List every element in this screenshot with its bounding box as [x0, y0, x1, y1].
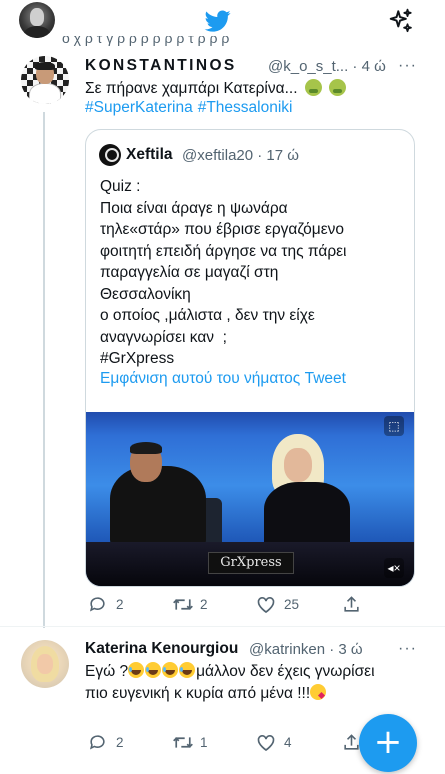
laughing-emoji-icon — [162, 662, 179, 678]
twitter-bird-icon[interactable] — [202, 8, 234, 34]
like-button[interactable]: 4 — [256, 733, 316, 753]
compose-plus-icon: + — [373, 722, 403, 762]
sparkle-icon[interactable] — [388, 8, 414, 34]
more-options-icon[interactable]: ··· — [398, 640, 418, 660]
tweet-author-handle[interactable]: @k_o_s_t... · 4 ώ — [268, 58, 386, 75]
like-button[interactable]: 25 — [256, 595, 316, 615]
reply-button[interactable]: 2 — [88, 733, 148, 753]
share-button[interactable] — [342, 595, 364, 615]
tweet-divider — [0, 626, 445, 627]
thread-connector-line — [43, 112, 45, 628]
reply-tweet-text: Εγώ ? μάλλον δεν έχεις γνωρίσει πιο ευγεν… — [85, 662, 375, 702]
reply-author-name[interactable]: Katerina Kenourgiou — [85, 640, 238, 658]
reply-tweet-actions: 2 1 4 — [88, 733, 368, 753]
reply-button[interactable]: 2 — [88, 595, 148, 615]
retweet-button[interactable]: 1 — [172, 733, 232, 753]
hashtag-link[interactable]: #SuperKaterina — [85, 99, 193, 116]
retweet-icon — [173, 599, 193, 610]
tweet-author-name[interactable]: KONSTANTINOS — [85, 57, 237, 75]
laughing-emoji-icon — [179, 662, 196, 678]
heart-icon — [257, 735, 275, 752]
reply-author-avatar[interactable] — [21, 640, 69, 688]
quoted-video-thumbnail[interactable]: GrXpress ⬚ ◂× — [86, 402, 414, 586]
show-thread-link[interactable]: Εμφάνιση αυτού του νήματος Tweet — [100, 370, 346, 388]
share-icon — [344, 596, 359, 612]
tweet-actions: 2 2 25 — [88, 595, 368, 615]
more-options-icon[interactable]: ··· — [398, 57, 418, 77]
nauseated-emoji-icon — [304, 79, 322, 96]
quoted-tweet-card[interactable]: Xeftila @xeftila20 · 17 ώ Quiz : Ποια εί… — [85, 129, 415, 587]
quoted-author-handle[interactable]: @xeftila20 · 17 ώ — [182, 147, 299, 164]
reply-icon — [89, 597, 105, 612]
mute-icon[interactable]: ◂× — [384, 558, 404, 578]
video-expand-icon[interactable]: ⬚ — [384, 416, 404, 436]
profile-avatar[interactable] — [19, 2, 55, 38]
quoted-author-name[interactable]: Xeftila — [126, 146, 173, 164]
nauseated-emoji-icon — [329, 79, 347, 96]
previous-tweet-cutoff: ο χ ρ τ γ ρ ρ ρ ρ ρ ρ τ ρ ρ ρ — [62, 36, 230, 46]
video-channel-logo: GrXpress — [208, 552, 294, 574]
compose-tweet-button[interactable]: + — [359, 714, 417, 772]
tweet-author-avatar[interactable] — [21, 56, 69, 104]
kiss-emoji-icon — [310, 684, 327, 700]
laughing-emoji-icon — [128, 662, 145, 678]
quoted-tweet-text: Quiz : Ποια είναι άραγε η ψωνάρα τηλε«στ… — [100, 178, 347, 367]
retweet-icon — [173, 737, 193, 748]
retweet-button[interactable]: 2 — [172, 595, 232, 615]
reply-icon — [89, 735, 105, 750]
reply-author-handle[interactable]: @katrinken · 3 ώ — [249, 641, 363, 658]
quoted-author-avatar[interactable] — [99, 144, 121, 166]
top-bar: ο χ ρ τ γ ρ ρ ρ ρ ρ ρ τ ρ ρ ρ — [0, 0, 445, 46]
tweet-text: Σε πήρανε χαμπάρι Κατερίνα... — [85, 78, 415, 99]
hashtag-link[interactable]: #Thessaloniki — [198, 99, 293, 116]
laughing-emoji-icon — [145, 662, 162, 678]
tweet-hashtags: #SuperKaterina #Thessaloniki — [85, 99, 293, 117]
heart-icon — [257, 597, 275, 614]
